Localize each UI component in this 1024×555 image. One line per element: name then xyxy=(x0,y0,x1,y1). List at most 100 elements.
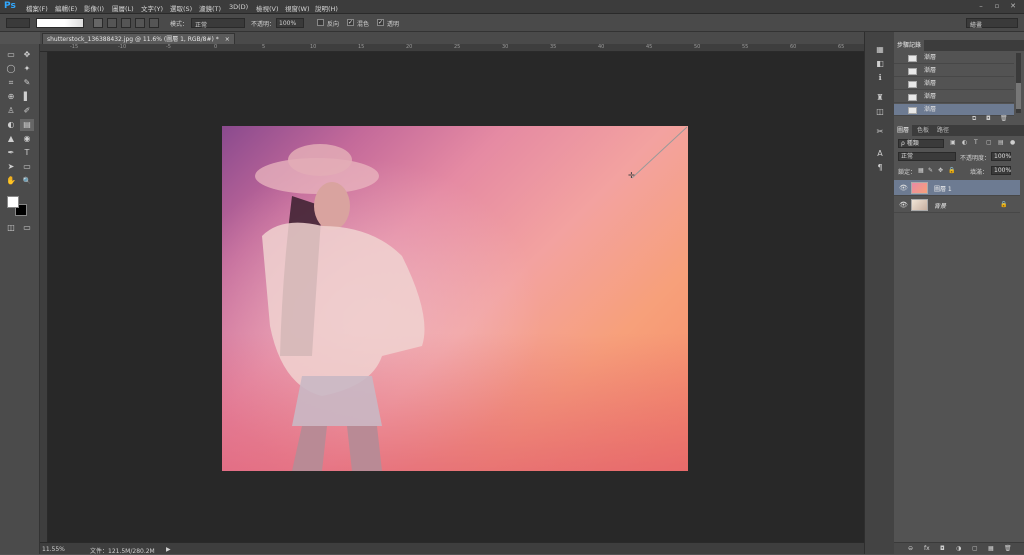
blur-tool-icon[interactable]: ▲ xyxy=(4,133,18,145)
menu-3d[interactable]: 3D(D) xyxy=(229,3,248,11)
foreground-color-swatch[interactable] xyxy=(7,196,19,208)
delete-layer-icon[interactable]: 🗑 xyxy=(1004,545,1012,552)
type-tool-icon[interactable]: T xyxy=(20,147,34,159)
minimize-icon[interactable]: – xyxy=(976,2,986,11)
menu-type[interactable]: 文字(Y) xyxy=(141,3,163,13)
snapshot-icon[interactable]: ◘ xyxy=(986,115,991,122)
diamond-gradient-button[interactable] xyxy=(149,18,159,28)
layer-name[interactable]: 背景 xyxy=(934,201,946,210)
new-layer-icon[interactable]: ▦ xyxy=(988,545,994,552)
adjustment-layer-icon[interactable]: ◑ xyxy=(956,545,961,552)
zoom-level[interactable]: 11.55% xyxy=(42,546,65,553)
filter-toggle-icon[interactable]: ● xyxy=(1010,139,1015,146)
tab-history[interactable]: 步驟記錄 xyxy=(894,40,925,51)
reverse-checkbox[interactable] xyxy=(317,19,324,26)
quick-mask-icon[interactable]: ◫ xyxy=(4,222,18,234)
layer-row[interactable]: 👁 背景 🔒 xyxy=(894,197,1020,213)
transparency-checkbox[interactable]: ✓ xyxy=(377,19,384,26)
eyedropper-tool-icon[interactable]: ✎ xyxy=(20,77,34,89)
info-panel-icon[interactable]: ℹ xyxy=(874,72,886,83)
history-item[interactable]: 漸層 xyxy=(894,52,1014,64)
path-select-tool-icon[interactable]: ➤ xyxy=(4,161,18,173)
filter-adjustment-icon[interactable]: ◐ xyxy=(962,139,967,146)
gradient-picker[interactable] xyxy=(36,18,84,28)
crop-tool-icon[interactable]: ⌗ xyxy=(4,77,18,89)
angle-gradient-button[interactable] xyxy=(121,18,131,28)
close-window-icon[interactable]: ✕ xyxy=(1008,2,1018,11)
history-brush-tool-icon[interactable]: ✐ xyxy=(20,105,34,117)
shape-tool-icon[interactable]: ▭ xyxy=(20,161,34,173)
radial-gradient-button[interactable] xyxy=(107,18,117,28)
navigator-panel-icon[interactable]: ◧ xyxy=(874,58,886,69)
history-scroll-thumb[interactable] xyxy=(1016,83,1021,109)
dither-checkbox[interactable]: ✓ xyxy=(347,19,354,26)
marquee-tool-icon[interactable]: ▭ xyxy=(4,49,18,61)
lock-all-icon[interactable]: 🔒 xyxy=(948,167,955,174)
tool-preset-picker[interactable] xyxy=(6,18,30,28)
screen-mode-icon[interactable]: ▭ xyxy=(20,222,34,234)
move-tool-icon[interactable]: ✥ xyxy=(20,49,34,61)
visibility-eye-icon[interactable]: 👁 xyxy=(899,201,908,209)
hand-tool-icon[interactable]: ✋ xyxy=(4,175,18,187)
layer-name[interactable]: 圖層 1 xyxy=(934,184,952,193)
magic-wand-tool-icon[interactable]: ✦ xyxy=(20,63,34,75)
status-menu-arrow-icon[interactable]: ▶ xyxy=(166,546,171,553)
menu-view[interactable]: 檢視(V) xyxy=(256,3,279,13)
filter-shape-icon[interactable]: ▢ xyxy=(986,139,992,146)
opacity-input[interactable]: 100% xyxy=(276,18,304,28)
filter-smart-object-icon[interactable]: ▤ xyxy=(998,139,1004,146)
menu-window[interactable]: 視窗(W) xyxy=(285,3,310,13)
character-panel-icon[interactable]: A xyxy=(874,148,886,159)
menu-select[interactable]: 選取(S) xyxy=(170,3,192,13)
menu-layer[interactable]: 圖層(L) xyxy=(112,3,134,13)
lasso-tool-icon[interactable]: ◯ xyxy=(4,63,18,75)
pen-tool-icon[interactable]: ✒ xyxy=(4,147,18,159)
new-doc-from-state-icon[interactable]: ⧉ xyxy=(972,115,976,123)
menu-file[interactable]: 檔案(F) xyxy=(26,3,48,13)
dodge-tool-icon[interactable]: ◉ xyxy=(20,133,34,145)
add-mask-icon[interactable]: ◘ xyxy=(940,545,945,552)
menu-edit[interactable]: 編輯(E) xyxy=(55,3,77,13)
blend-mode-select[interactable]: 正常 xyxy=(898,152,956,161)
document-canvas[interactable]: ✛ xyxy=(222,126,688,471)
brush-tool-icon[interactable]: ▌ xyxy=(20,91,34,103)
menu-image[interactable]: 影像(I) xyxy=(84,3,104,13)
layer-row-selected[interactable]: 👁 圖層 1 xyxy=(894,180,1020,196)
zoom-tool-icon[interactable]: 🔍 xyxy=(20,175,34,187)
histogram-panel-icon[interactable]: ▦ xyxy=(874,44,886,55)
visibility-eye-icon[interactable]: 👁 xyxy=(899,184,908,192)
healing-tool-icon[interactable]: ⊕ xyxy=(4,91,18,103)
lock-position-icon[interactable]: ✥ xyxy=(938,167,943,174)
menu-help[interactable]: 說明(H) xyxy=(315,3,338,13)
tab-swatches[interactable]: 色板 xyxy=(914,125,932,136)
paragraph-panel-icon[interactable]: ¶ xyxy=(874,162,886,173)
new-group-icon[interactable]: ▢ xyxy=(972,545,978,552)
gradient-tool-icon[interactable]: ▤ xyxy=(20,119,34,131)
workspace-select[interactable]: 繪畫 xyxy=(966,18,1018,29)
lock-pixels-icon[interactable]: ✎ xyxy=(928,167,933,174)
filter-type-icon[interactable]: T xyxy=(974,139,978,146)
mode-select[interactable]: 正常 xyxy=(191,18,245,29)
menu-filter[interactable]: 濾鏡(T) xyxy=(199,3,221,13)
history-item[interactable]: 漸層 xyxy=(894,65,1014,77)
lock-transparent-icon[interactable]: ▦ xyxy=(918,167,924,174)
layer-style-icon[interactable]: fx xyxy=(924,545,930,552)
document-tab[interactable]: shutterstock_136388432.jpg @ 11.6% (圖層 1… xyxy=(42,33,235,44)
link-layers-icon[interactable]: ⊖ xyxy=(908,545,913,552)
delete-state-icon[interactable]: 🗑 xyxy=(1000,115,1008,122)
canvas-workspace[interactable]: ✛ xyxy=(48,52,864,542)
reflected-gradient-button[interactable] xyxy=(135,18,145,28)
history-scrollbar[interactable] xyxy=(1016,53,1021,113)
layer-opacity-input[interactable]: 100% xyxy=(991,152,1011,161)
clone-source-panel-icon[interactable]: ✂ xyxy=(874,126,886,137)
stamp-tool-icon[interactable]: ♙ xyxy=(4,105,18,117)
close-tab-icon[interactable]: × xyxy=(225,36,230,43)
tab-layers[interactable]: 圖層 xyxy=(894,125,913,136)
eraser-tool-icon[interactable]: ◐ xyxy=(4,119,18,131)
layer-filter-select[interactable]: ρ 種類 xyxy=(898,139,944,148)
linear-gradient-button[interactable] xyxy=(93,18,103,28)
layer-comps-panel-icon[interactable]: ◫ xyxy=(874,106,886,117)
tool-presets-panel-icon[interactable]: ♜ xyxy=(874,92,886,103)
history-item[interactable]: 漸層 xyxy=(894,78,1014,90)
history-item[interactable]: 漸層 xyxy=(894,91,1014,103)
